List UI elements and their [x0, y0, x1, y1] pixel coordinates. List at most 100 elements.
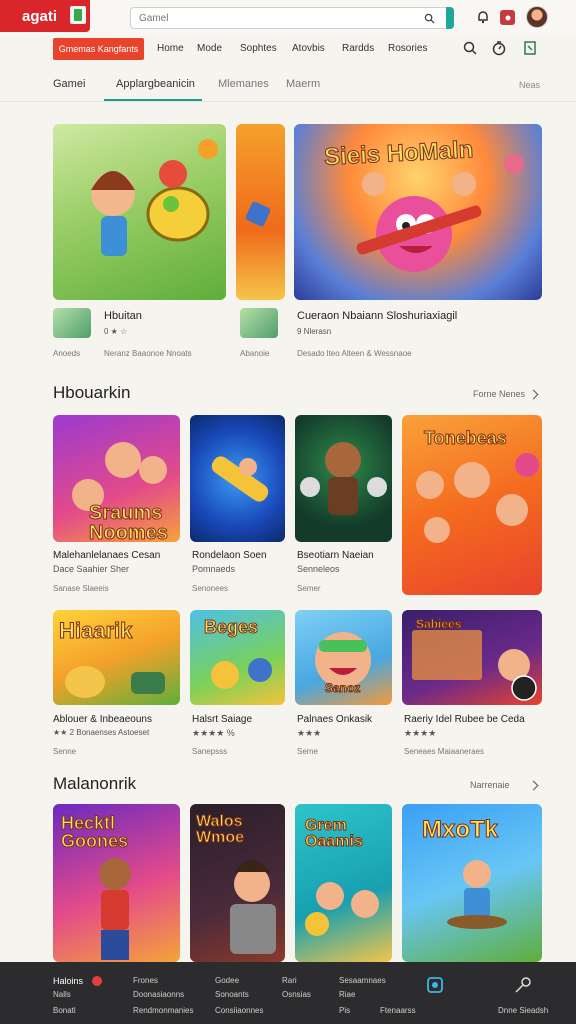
chevron-right-icon[interactable]: [528, 389, 539, 400]
game-card-art[interactable]: Tonebeas: [402, 415, 542, 595]
game-meta: Semer: [297, 584, 321, 593]
game-card-art[interactable]: MxoTk: [402, 804, 542, 962]
game-subtitle: Senneleos: [297, 564, 340, 574]
game-card-banner: Hiaarik: [58, 618, 133, 643]
game-card-banner: MxoTk: [421, 816, 499, 843]
bottom-link[interactable]: Godee: [215, 976, 239, 985]
active-tab-indicator: [104, 99, 202, 101]
game-card-banner: Walos Wmoe: [196, 813, 245, 846]
featured-left-name[interactable]: Hbuitan: [104, 310, 142, 322]
nav-link-rosories[interactable]: Rosories: [388, 43, 427, 54]
search-icon[interactable]: [424, 13, 435, 24]
search-icon[interactable]: [462, 40, 478, 56]
game-title[interactable]: Bseotiarn Naeian: [297, 550, 374, 561]
bottom-link[interactable]: Riae: [339, 990, 355, 999]
game-card-art[interactable]: Walos Wmoe: [190, 804, 285, 962]
timer-icon[interactable]: [491, 40, 507, 56]
nav-primary-button[interactable]: Gmemas Kangfants: [53, 38, 144, 60]
game-title[interactable]: Malehanlelanaes Cesan: [53, 550, 160, 561]
nav-link-mode[interactable]: Mode: [197, 43, 222, 54]
live-dot-icon: [92, 976, 102, 986]
game-title[interactable]: Palnaes Onkasik: [297, 714, 372, 725]
game-rating: ★★★★: [404, 728, 437, 738]
game-card-art[interactable]: Sabiees: [402, 610, 542, 705]
game-meta: Seme: [297, 747, 318, 756]
tab-gamei[interactable]: Gamei: [53, 78, 85, 90]
cart-icon[interactable]: [500, 10, 515, 25]
game-card-banner: Grem Oaamis: [305, 817, 364, 850]
bottom-link[interactable]: Consiiaonnes: [215, 1006, 263, 1015]
featured-game-art-left[interactable]: [53, 124, 226, 300]
game-meta: Senne: [53, 747, 77, 756]
user-icon[interactable]: [514, 976, 534, 994]
bottom-link[interactable]: Rendmonmanies: [133, 1006, 193, 1015]
game-meta: Senonees: [192, 584, 229, 593]
bell-icon[interactable]: [474, 8, 492, 26]
bottom-link[interactable]: Frones: [133, 976, 158, 985]
nav-link-atovbis[interactable]: Atovbis: [292, 43, 325, 54]
game-card-art[interactable]: Beges: [190, 610, 285, 705]
tab-more[interactable]: Neas: [519, 80, 540, 90]
game-card-art[interactable]: Sraums Noomes: [53, 415, 180, 542]
search-accent: [446, 7, 454, 29]
bottom-link[interactable]: Haloins: [53, 976, 83, 986]
section-see-more[interactable]: Narrenaie: [470, 780, 510, 790]
game-card-banner: Hecktl Goones: [61, 813, 129, 851]
featured-right-sub: 9 Nlerasn: [297, 327, 332, 336]
tab-mlemanes[interactable]: Mlemanes: [218, 78, 269, 90]
site-logo[interactable]: agati: [0, 0, 90, 32]
bottom-link[interactable]: Sesaamnaes: [339, 976, 386, 985]
tab-maerm[interactable]: Maerm: [286, 78, 320, 90]
section-title: Hbouarkin: [53, 383, 131, 402]
nav-link-rardds[interactable]: Rardds: [342, 43, 374, 54]
nav-link-home[interactable]: Home: [157, 43, 184, 54]
game-subtitle: Pomnaeds: [192, 564, 236, 574]
game-title[interactable]: Rondelaon Soen: [192, 550, 267, 561]
bottom-link[interactable]: Ftenaarss: [380, 1006, 416, 1015]
search-input[interactable]: [139, 11, 409, 25]
game-card-art[interactable]: [190, 415, 285, 542]
bottom-link[interactable]: Nalls: [53, 990, 71, 999]
featured-left-meta-2: Neranz Baaonoe Nnoats: [104, 349, 192, 358]
bottom-link[interactable]: Dnne Sieadsh: [498, 1006, 548, 1015]
bookmark-icon[interactable]: [522, 40, 538, 56]
tab-bar: Gamei Applargbeanicin Mlemanes Maerm Nea…: [0, 70, 576, 102]
featured-game-banner[interactable]: Sieis HoMaln: [294, 124, 542, 300]
game-thumbnail[interactable]: [240, 308, 278, 338]
search-bar[interactable]: [130, 7, 454, 29]
featured-right-name[interactable]: Cueraon Nbaiann Sloshuriaxiagil: [297, 310, 457, 322]
game-card-banner: Beges: [203, 617, 259, 637]
bottom-link[interactable]: Doonasiaonns: [133, 990, 184, 999]
bottom-link[interactable]: Pis: [339, 1006, 350, 1015]
nav-link-sophtes[interactable]: Sophtes: [240, 43, 277, 54]
game-card-banner: Tonebeas: [424, 428, 508, 448]
game-card-banner: Sabiees: [415, 617, 462, 631]
section-see-more[interactable]: Forne Nenes: [473, 389, 525, 399]
game-card-art[interactable]: Hecktl Goones: [53, 804, 180, 962]
featured-game-art-middle[interactable]: [236, 124, 285, 300]
avatar[interactable]: [526, 6, 548, 28]
game-card-art[interactable]: Hiaarik: [53, 610, 180, 705]
game-title[interactable]: Raeriy Idel Rubee be Ceda: [404, 714, 525, 725]
game-thumbnail[interactable]: [53, 308, 91, 338]
game-card-banner: Sraums Noomes: [89, 502, 169, 543]
game-card-art[interactable]: Sanoz: [295, 610, 392, 705]
bottom-link[interactable]: Bonatl: [53, 1006, 76, 1015]
section-title: Malanonrik: [53, 774, 137, 793]
game-title[interactable]: Halsrt Saiage: [192, 714, 252, 725]
bottom-link[interactable]: Rari: [282, 976, 297, 985]
game-meta: Sanase Slaeeis: [53, 584, 109, 593]
logo-text: agati: [22, 7, 58, 25]
bottom-link[interactable]: Sonoants: [215, 990, 249, 999]
game-rating: ★★★★ %: [192, 728, 235, 738]
chevron-right-icon[interactable]: [528, 780, 539, 791]
game-meta: Sanepsss: [192, 747, 228, 756]
game-title[interactable]: Ablouer & Inbeaeouns: [53, 714, 152, 725]
game-card-art[interactable]: Grem Oaamis: [295, 804, 392, 962]
bottom-link[interactable]: Osnsias: [282, 990, 311, 999]
game-controller-icon[interactable]: [426, 976, 444, 994]
game-card-art[interactable]: [295, 415, 392, 542]
game-rating: ★★★: [297, 728, 322, 738]
game-subtitle: Dace Saahier Sher: [53, 564, 130, 574]
tab-applargbeanicin[interactable]: Applargbeanicin: [116, 78, 195, 90]
